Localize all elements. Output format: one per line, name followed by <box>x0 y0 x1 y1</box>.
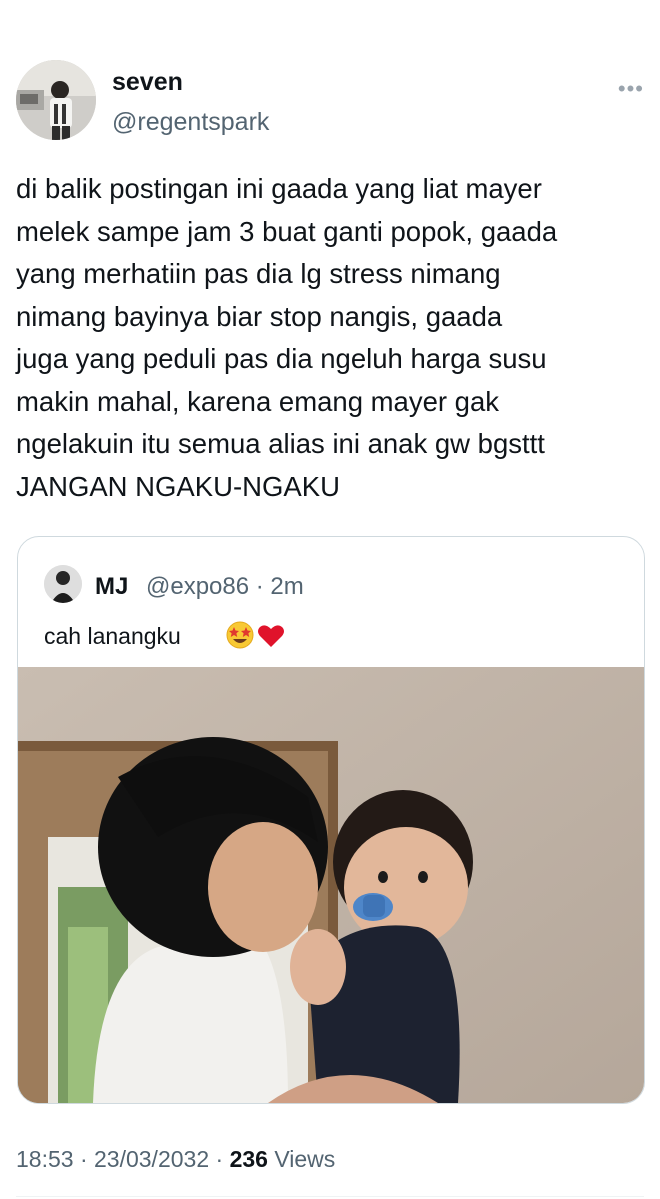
tweet-meta: 18:53 · 23/03/2032 · 236 Views <box>16 1146 335 1173</box>
views-label: Views <box>267 1146 336 1172</box>
tweet-text: di balik postingan ini gaada yang liat m… <box>16 173 558 502</box>
quoted-author-name[interactable]: MJ <box>95 573 128 601</box>
divider <box>16 1196 644 1197</box>
red-heart-emoji-icon <box>258 625 284 647</box>
views-count: 236 <box>229 1146 268 1172</box>
quoted-tweet[interactable]: MJ @expo86 · 2m cah lanangku <box>17 536 645 1104</box>
tweet-header: seven @regentspark ••• <box>16 60 644 140</box>
author-handle[interactable]: @regentspark <box>112 108 269 137</box>
quoted-author-avatar[interactable] <box>44 565 82 603</box>
star-struck-emoji-icon <box>226 621 254 649</box>
ellipsis-icon[interactable]: ••• <box>618 78 644 100</box>
author-avatar[interactable] <box>16 60 96 140</box>
quoted-tweet-photo[interactable] <box>18 667 644 1103</box>
quoted-tweet-text: cah lanangku <box>44 623 181 649</box>
timestamp[interactable]: 18:53 · 23/03/2032 · <box>16 1146 230 1172</box>
author-name[interactable]: seven <box>112 68 183 97</box>
quoted-tweet-emojis <box>225 620 287 655</box>
quoted-author-handle-time[interactable]: @expo86 · 2m <box>146 573 304 601</box>
